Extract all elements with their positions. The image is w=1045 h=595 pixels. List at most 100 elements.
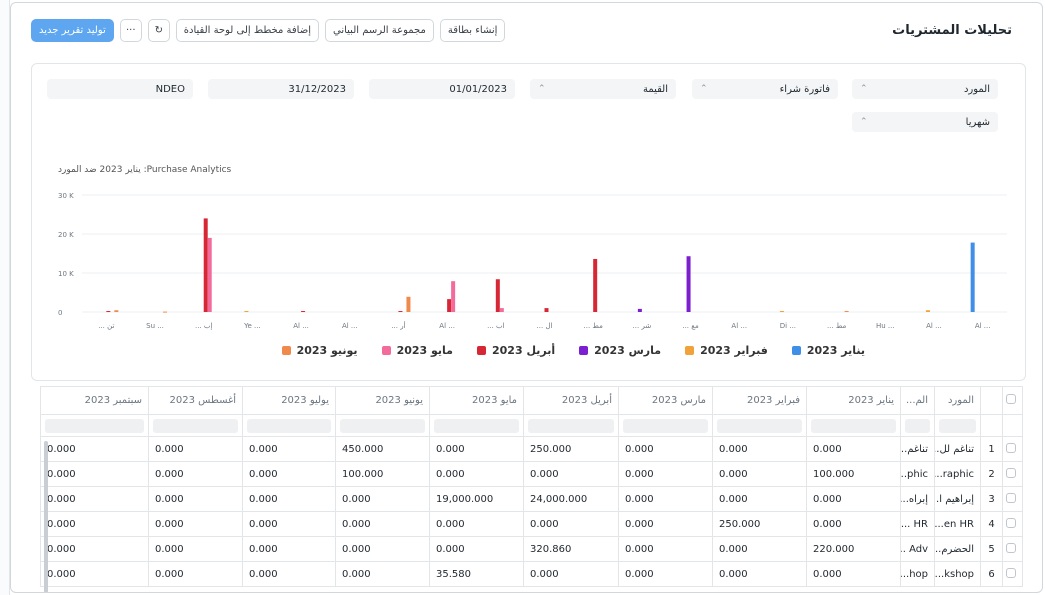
column-filter-input[interactable] (247, 418, 331, 433)
amount-cell[interactable]: 0.000 (242, 511, 336, 537)
supplier-cell[interactable]: raphic... (934, 461, 981, 487)
amount-cell[interactable]: 0.000 (806, 511, 901, 537)
chart-bar[interactable] (970, 242, 975, 312)
row-select-cell[interactable] (1002, 436, 1023, 462)
chart-bar[interactable] (451, 281, 456, 312)
supplier-name-cell[interactable]: إبراه... (900, 486, 935, 512)
amount-cell[interactable]: 0.000 (40, 536, 149, 562)
chart-bar[interactable] (207, 237, 212, 312)
column-header-may[interactable]: مايو 2023 (429, 386, 524, 415)
row-select-cell[interactable] (1002, 536, 1023, 562)
amount-cell[interactable]: 0.000 (40, 486, 149, 512)
amount-cell[interactable]: 0.000 (712, 561, 807, 587)
amount-cell[interactable]: 450.000 (335, 436, 430, 462)
column-filter-input[interactable] (623, 418, 708, 433)
chart-bar[interactable] (637, 308, 642, 312)
column-header-jun[interactable]: يونيو 2023 (335, 386, 430, 415)
chart-bar[interactable] (495, 279, 500, 312)
table-row[interactable]: 2raphic...phic...100.0000.0000.0000.0000… (40, 461, 1023, 487)
amount-cell[interactable]: 0.000 (40, 461, 149, 487)
column-header-jul[interactable]: يوليو 2023 (242, 386, 336, 415)
legend-item[interactable]: يناير 2023 (791, 344, 865, 357)
amount-cell[interactable]: 0.000 (618, 461, 713, 487)
supplier-name-cell[interactable]: HR ... (900, 511, 935, 537)
supplier-name-cell[interactable]: تناغم... (900, 436, 935, 462)
filter-cell[interactable] (934, 414, 981, 437)
filter-cell[interactable] (618, 414, 713, 437)
amount-cell[interactable]: 19,000.000 (429, 486, 524, 512)
supplier-name-cell[interactable]: hop... (900, 561, 935, 587)
supplier-cell[interactable]: إبراهيم ا... (934, 486, 981, 512)
chart-bar[interactable] (244, 311, 249, 313)
select-all-checkbox[interactable] (1006, 394, 1016, 404)
amount-cell[interactable]: 0.000 (618, 561, 713, 587)
amount-cell[interactable]: 0.000 (148, 561, 243, 587)
row-checkbox[interactable] (1006, 467, 1016, 478)
row-checkbox[interactable] (1006, 517, 1016, 528)
supplier-cell[interactable]: en HR... (934, 511, 981, 537)
chart-bar[interactable] (499, 308, 504, 312)
chart-bar[interactable] (593, 258, 598, 312)
amount-cell[interactable]: 0.000 (148, 461, 243, 487)
amount-cell[interactable]: 0.000 (242, 461, 336, 487)
amount-cell[interactable]: 0.000 (335, 561, 430, 587)
amount-cell[interactable]: 100.000 (806, 461, 901, 487)
legend-item[interactable]: فبراير 2023 (685, 344, 768, 357)
chart-group-button[interactable]: مجموعة الرسم البياني (325, 19, 434, 42)
amount-cell[interactable]: 0.000 (40, 436, 149, 462)
legend-item[interactable]: مارس 2023 (579, 344, 661, 357)
row-checkbox[interactable] (1006, 442, 1016, 453)
amount-cell[interactable]: 0.000 (712, 461, 807, 487)
legend-item[interactable]: مايو 2023 (381, 344, 453, 357)
new-report-button[interactable]: توليد تقرير جديد (31, 19, 114, 42)
amount-cell[interactable]: 320.860 (523, 536, 619, 562)
filter-cell[interactable] (40, 414, 149, 437)
amount-cell[interactable]: 0.000 (523, 461, 619, 487)
chart-bar[interactable] (925, 310, 930, 312)
supplier-name-cell[interactable]: phic... (900, 461, 935, 487)
amount-cell[interactable]: 0.000 (148, 536, 243, 562)
amount-cell[interactable]: 0.000 (806, 436, 901, 462)
column-header-apr[interactable]: أبريل 2023 (523, 386, 619, 415)
amount-cell[interactable]: 0.000 (40, 561, 149, 587)
column-header-name[interactable]: الم... (900, 386, 935, 415)
column-filter-input[interactable] (153, 418, 238, 433)
amount-cell[interactable]: 0.000 (335, 536, 430, 562)
column-header-aug[interactable]: أغسطس 2023 (148, 386, 243, 415)
column-filter-input[interactable] (340, 418, 425, 433)
amount-cell[interactable]: 0.000 (523, 561, 619, 587)
row-select-cell[interactable] (1002, 511, 1023, 537)
column-filter-input[interactable] (434, 418, 519, 433)
table-row[interactable]: 1تناغم لل...تناغم...0.0000.0000.000250.0… (40, 436, 1023, 462)
column-filter-input[interactable] (717, 418, 802, 433)
column-header-mar[interactable]: مارس 2023 (618, 386, 713, 415)
table-row[interactable]: 6 kshop... hop... 0.000 0.000 0.000 0.000 35.58… (40, 561, 1023, 587)
amount-cell[interactable]: 0.000 (618, 436, 713, 462)
filter-cell[interactable] (335, 414, 430, 437)
chart-bar[interactable] (686, 256, 691, 312)
amount-cell[interactable]: 0.000 (242, 561, 336, 587)
amount-cell[interactable]: 0.000 (429, 461, 524, 487)
amount-cell[interactable]: 0.000 (148, 486, 243, 512)
table-row[interactable]: 4 en HR... HR ... 0.000 250.000 0.000 0.000 0.0… (40, 511, 1023, 537)
filter-cell[interactable] (712, 414, 807, 437)
amount-cell[interactable]: 100.000 (335, 461, 430, 487)
chart-bar[interactable] (398, 311, 403, 313)
supplier-name-cell[interactable]: Adv ... (900, 536, 935, 562)
amount-cell[interactable]: 0.000 (523, 511, 619, 537)
amount-cell[interactable]: 0.000 (618, 511, 713, 537)
select-all-cell[interactable] (1002, 386, 1023, 415)
column-header-supplier[interactable]: المورد (934, 386, 981, 415)
filter-cell[interactable] (900, 414, 935, 437)
chart-bar[interactable] (163, 311, 168, 313)
amount-cell[interactable]: 250.000 (523, 436, 619, 462)
chart-bar[interactable] (114, 310, 119, 312)
amount-cell[interactable]: 0.000 (712, 486, 807, 512)
amount-cell[interactable]: 0.000 (148, 511, 243, 537)
amount-cell[interactable]: 0.000 (40, 511, 149, 537)
row-select-cell[interactable] (1002, 561, 1023, 587)
column-filter-input[interactable] (528, 418, 614, 433)
row-select-cell[interactable] (1002, 461, 1023, 487)
chart-bar[interactable] (779, 311, 784, 313)
amount-cell[interactable]: 0.000 (148, 436, 243, 462)
